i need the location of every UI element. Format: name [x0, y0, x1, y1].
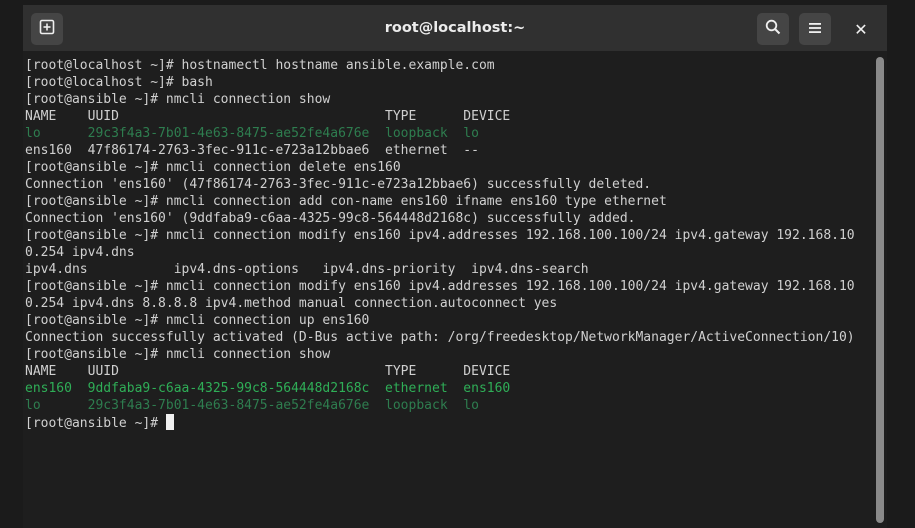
scrollbar[interactable] — [873, 51, 887, 528]
search-button[interactable] — [757, 13, 789, 45]
menu-button[interactable] — [799, 13, 831, 45]
line-text: [root@localhost ~]# bash — [25, 75, 213, 90]
line-text: 0.254 ipv4.dns — [25, 245, 135, 260]
prompt-line[interactable]: [root@ansible ~]# — [25, 414, 873, 431]
new-tab-button[interactable] — [31, 13, 63, 45]
terminal-line-3: [root@ansible ~]# nmcli connection show — [25, 91, 873, 108]
text-cursor — [165, 414, 174, 430]
terminal-line-10: Connection 'ens160' (9ddfaba9-c6aa-4325-… — [25, 210, 873, 227]
tab-completion-list: ipv4.dns ipv4.dns-options ipv4.dns-prior… — [25, 261, 873, 278]
close-button[interactable]: ✕ — [845, 13, 877, 45]
close-icon: ✕ — [854, 19, 868, 39]
terminal-line-15: 0.254 ipv4.dns 8.8.8.8 ipv4.method manua… — [25, 295, 873, 312]
line-text: Connection 'ens160' (47f86174-2763-3fec-… — [25, 177, 652, 192]
terminal-line-8: Connection 'ens160' (47f86174-2763-3fec-… — [25, 176, 873, 193]
line-text: ens160 47f86174-2763-3fec-911c-e723a12bb… — [25, 143, 479, 158]
table-row: lo 29c3f4a3-7b01-4e63-8475-ae52fe4a676e … — [25, 397, 873, 414]
terminal-line-18: [root@ansible ~]# nmcli connection show — [25, 346, 873, 363]
terminal-line-11: [root@ansible ~]# nmcli connection modif… — [25, 227, 873, 244]
line-text: ens160 9ddfaba9-c6aa-4325-99c8-564448d21… — [25, 381, 511, 396]
prompt: [root@ansible ~]# — [25, 416, 166, 431]
line-text: ipv4.dns ipv4.dns-options ipv4.dns-prior… — [25, 262, 589, 277]
search-icon — [765, 19, 781, 39]
line-text: NAME UUID TYPE DEVICE — [25, 109, 511, 124]
line-text: Connection successfully activated (D-Bus… — [25, 330, 855, 345]
line-text: lo 29c3f4a3-7b01-4e63-8475-ae52fe4a676e … — [25, 398, 479, 413]
line-text: Connection 'ens160' (9ddfaba9-c6aa-4325-… — [25, 211, 636, 226]
terminal-line-9: [root@ansible ~]# nmcli connection add c… — [25, 193, 873, 210]
line-text: lo 29c3f4a3-7b01-4e63-8475-ae52fe4a676e … — [25, 126, 479, 141]
line-text: [root@ansible ~]# nmcli connection delet… — [25, 160, 401, 175]
line-text: 0.254 ipv4.dns 8.8.8.8 ipv4.method manua… — [25, 296, 558, 311]
title-bar: root@localhost:~ ✕ — [23, 5, 887, 51]
table-header: NAME UUID TYPE DEVICE — [25, 363, 873, 380]
terminal-line-17: Connection successfully activated (D-Bus… — [25, 329, 873, 346]
line-text: [root@ansible ~]# nmcli connection show — [25, 347, 331, 362]
terminal-window: root@localhost:~ ✕ [root@localhost ~]# h… — [23, 5, 887, 528]
hamburger-menu-icon — [808, 20, 822, 39]
terminal-line-7: [root@ansible ~]# nmcli connection delet… — [25, 159, 873, 176]
line-text: [root@ansible ~]# nmcli connection modif… — [25, 279, 855, 294]
terminal-line-14: [root@ansible ~]# nmcli connection modif… — [25, 278, 873, 295]
line-text: [root@ansible ~]# nmcli connection modif… — [25, 228, 855, 243]
line-text: [root@ansible ~]# nmcli connection add c… — [25, 194, 667, 209]
table-row: ens160 47f86174-2763-3fec-911c-e723a12bb… — [25, 142, 873, 159]
table-row: ens160 9ddfaba9-c6aa-4325-99c8-564448d21… — [25, 380, 873, 397]
terminal-output[interactable]: [root@localhost ~]# hostnamectl hostname… — [23, 51, 873, 528]
terminal-line-16: [root@ansible ~]# nmcli connection up en… — [25, 312, 873, 329]
table-header: NAME UUID TYPE DEVICE — [25, 108, 873, 125]
terminal-lines: [root@localhost ~]# hostnamectl hostname… — [25, 57, 873, 431]
new-tab-icon — [39, 19, 55, 39]
scrollbar-thumb[interactable] — [876, 57, 884, 523]
terminal-line-12: 0.254 ipv4.dns — [25, 244, 873, 261]
table-row: lo 29c3f4a3-7b01-4e63-8475-ae52fe4a676e … — [25, 125, 873, 142]
line-text: NAME UUID TYPE DEVICE — [25, 364, 511, 379]
line-text: [root@localhost ~]# hostnamectl hostname… — [25, 58, 495, 73]
line-text: [root@ansible ~]# nmcli connection show — [25, 92, 331, 107]
terminal-line-1: [root@localhost ~]# hostnamectl hostname… — [25, 57, 873, 74]
line-text: [root@ansible ~]# nmcli connection up en… — [25, 313, 370, 328]
terminal-line-2: [root@localhost ~]# bash — [25, 74, 873, 91]
